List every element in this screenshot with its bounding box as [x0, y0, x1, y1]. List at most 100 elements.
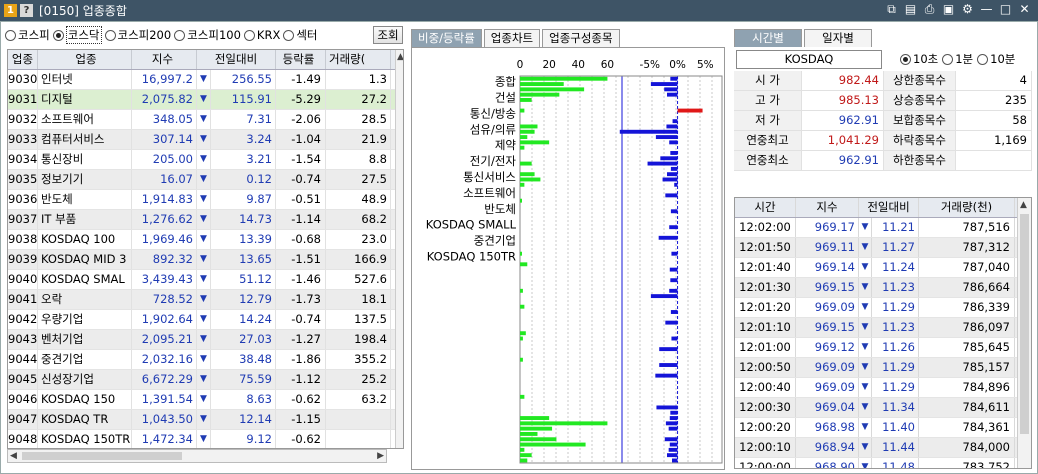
table-row[interactable]: 12:00:10 968.94 ▼ 11.44 784,000: [735, 438, 1031, 458]
down-arrow-icon: ▼: [197, 330, 211, 349]
table-row[interactable]: 12:01:10 969.15 ▼ 11.23 786,097: [735, 318, 1031, 338]
rate-bar: [660, 156, 678, 161]
table-row[interactable]: 9040 KOSDAQ SMAL 3,439.43 ▼ 51.12 -1.46 527.6: [8, 270, 403, 290]
radio-dot[interactable]: [104, 29, 116, 41]
tab-by-date[interactable]: 일자별: [804, 29, 872, 47]
col-header-change[interactable]: 전일대비: [197, 50, 276, 69]
col-header-code[interactable]: 업종: [8, 50, 38, 69]
radio-kospi[interactable]: 코스피: [5, 27, 50, 43]
cell-time: 12:00:20: [735, 418, 796, 437]
radio-kosdaq[interactable]: 코스닥: [52, 26, 102, 44]
table-row[interactable]: 9042 우량기업 1,902.64 ▼ 14.24 -0.74 137.5: [8, 310, 403, 330]
table-row[interactable]: 9031 디지털 2,075.82 ▼ 115.91 -5.29 27.2: [8, 90, 403, 110]
table-row[interactable]: 9032 소프트웨어 348.05 ▼ 7.31 -2.06 28.5: [8, 110, 403, 130]
lookup-button[interactable]: 조회: [373, 26, 403, 44]
radio-dot[interactable]: [942, 53, 954, 65]
table-row[interactable]: 12:00:40 969.09 ▼ 11.29 784,896: [735, 378, 1031, 398]
scroll-up-icon[interactable]: ▲: [397, 52, 403, 62]
code-input[interactable]: KOSDAQ: [736, 50, 882, 69]
radio-dot[interactable]: [283, 29, 295, 41]
sector-table-hscroll[interactable]: ◀ ▶: [7, 449, 387, 463]
table-row[interactable]: 9038 KOSDAQ 100 1,969.46 ▼ 13.39 -0.68 23.0: [8, 230, 403, 250]
radio-sector[interactable]: 섹터: [283, 27, 318, 43]
down-arrow-icon: ▼: [197, 70, 211, 89]
tab-weight-rate[interactable]: 비중/등락률: [411, 29, 482, 47]
table-row[interactable]: 12:01:50 969.11 ▼ 11.27 787,312: [735, 238, 1031, 258]
table-row[interactable]: 12:01:00 969.12 ▼ 11.26 785,645: [735, 338, 1031, 358]
col-header-change[interactable]: 전일대비: [859, 198, 919, 217]
print-icon[interactable]: ⎙: [922, 2, 937, 17]
help-icon[interactable]: ?: [20, 4, 33, 17]
time-table-vscroll[interactable]: ▲: [1017, 198, 1031, 468]
scroll-left-icon[interactable]: ◀: [10, 451, 17, 461]
screen-number-badge[interactable]: 1: [4, 4, 17, 17]
cell-volume: 25.2: [326, 370, 391, 389]
col-header-index[interactable]: 지수: [796, 198, 859, 217]
table-row[interactable]: 12:01:30 969.15 ▼ 11.23 786,664: [735, 278, 1031, 298]
radio-dot[interactable]: [977, 53, 989, 65]
radio-10min[interactable]: 10분: [977, 51, 1015, 67]
summary-label: 시 가: [734, 71, 802, 90]
radio-1min[interactable]: 1분: [942, 51, 973, 67]
down-arrow-icon: ▼: [859, 438, 872, 457]
weight-bar: [520, 135, 528, 140]
col-header-volume[interactable]: 거래량(: [326, 50, 391, 69]
table-row[interactable]: 9030 인터넷 16,997.2 ▼ 256.55 -1.49 1.3: [8, 70, 403, 90]
table-row[interactable]: 9034 통신장비 205.00 ▼ 3.21 -1.54 8.8: [8, 150, 403, 170]
col-header-time[interactable]: 시간: [735, 198, 796, 217]
table-row[interactable]: 9047 KOSDAQ TR 1,043.50 ▼ 12.14 -1.15: [8, 410, 403, 430]
vscroll-thumb[interactable]: [1020, 214, 1029, 434]
hscroll-thumb[interactable]: [22, 452, 182, 460]
radio-10sec[interactable]: 10초: [900, 51, 938, 67]
maximize-icon[interactable]: □: [998, 2, 1013, 17]
table-row[interactable]: 9035 정보기기 16.07 ▼ 0.12 -0.74 27.5: [8, 170, 403, 190]
radio-dot[interactable]: [243, 29, 255, 41]
radio-dot[interactable]: [174, 29, 186, 41]
table-row[interactable]: 9036 반도체 1,914.83 ▼ 9.87 -0.51 48.9: [8, 190, 403, 210]
radio-kospi200[interactable]: 코스피200: [104, 27, 171, 43]
table-row[interactable]: 9033 컴퓨터서비스 307.14 ▼ 3.24 -1.04 21.9: [8, 130, 403, 150]
table-row[interactable]: 12:00:30 969.04 ▼ 11.34 784,611: [735, 398, 1031, 418]
table-row[interactable]: 9045 신성장기업 6,672.29 ▼ 75.59 -1.12 25.2: [8, 370, 403, 390]
rate-bar: [672, 119, 678, 124]
close-icon[interactable]: ✕: [1017, 2, 1032, 17]
table-row[interactable]: 12:01:20 969.09 ▼ 11.29 786,339: [735, 298, 1031, 318]
tab-by-time[interactable]: 시간별: [734, 29, 802, 47]
memo-icon[interactable]: ▤: [903, 2, 918, 17]
table-row[interactable]: 12:00:00 968.90 ▼ 11.48 783,752: [735, 458, 1031, 468]
col-header-rate[interactable]: 등락률: [276, 50, 326, 69]
tab-sector-chart[interactable]: 업종차트: [483, 29, 541, 47]
sector-table-header: 업종 업종 지수 전일대비 등락률 거래량(: [8, 50, 403, 70]
table-row[interactable]: 9041 오락 728.52 ▼ 12.79 -1.73 18.1: [8, 290, 403, 310]
col-header-index[interactable]: 지수: [132, 50, 197, 69]
sector-table-vscroll[interactable]: ▲: [395, 50, 403, 448]
table-row[interactable]: 9044 중견기업 2,032.16 ▼ 38.48 -1.86 355.2: [8, 350, 403, 370]
scroll-up-icon[interactable]: ▲: [1020, 200, 1027, 210]
col-header-name[interactable]: 업종: [38, 50, 132, 69]
table-row[interactable]: 9048 KOSDAQ 150TR 1,472.34 ▼ 9.12 -0.62: [8, 430, 403, 448]
table-row[interactable]: 9043 벤처기업 2,095.21 ▼ 27.03 -1.27 198.4: [8, 330, 403, 350]
radio-dot[interactable]: [5, 29, 16, 41]
interval-radio-group: 10초 1분 10분: [900, 51, 1015, 67]
radio-dot[interactable]: [900, 53, 911, 65]
table-row[interactable]: 12:00:50 969.09 ▼ 11.29 785,157: [735, 358, 1031, 378]
table-row[interactable]: 9037 IT 부품 1,276.62 ▼ 14.73 -1.14 68.2: [8, 210, 403, 230]
scroll-right-icon[interactable]: ▶: [377, 451, 384, 461]
table-row[interactable]: 9039 KOSDAQ MID 3 892.32 ▼ 13.65 -1.51 166.9: [8, 250, 403, 270]
col-header-volume[interactable]: 거래량(천): [919, 198, 1015, 217]
settings-icon[interactable]: ⚙: [960, 2, 975, 17]
radio-krx[interactable]: KRX: [243, 28, 280, 42]
table-row[interactable]: 12:00:20 968.98 ▼ 11.40 784,361: [735, 418, 1031, 438]
capture-icon[interactable]: ▣: [941, 2, 956, 17]
radio-dot[interactable]: [52, 29, 64, 41]
sector-label: 통신서비스: [463, 170, 516, 184]
link-icon[interactable]: ⧉: [884, 2, 899, 17]
table-row[interactable]: 12:02:00 969.17 ▼ 11.21 787,516: [735, 218, 1031, 238]
table-row[interactable]: 12:01:40 969.14 ▼ 11.24 787,040: [735, 258, 1031, 278]
cell-name: KOSDAQ 150TR: [38, 430, 132, 448]
table-row[interactable]: 9046 KOSDAQ 150 1,391.54 ▼ 8.63 -0.62 63.2: [8, 390, 403, 410]
radio-kospi100[interactable]: 코스피100: [174, 27, 241, 43]
tab-sector-members[interactable]: 업종구성종목: [542, 29, 620, 47]
cell-name: 우량기업: [38, 310, 132, 329]
minimize-icon[interactable]: —: [979, 2, 994, 17]
